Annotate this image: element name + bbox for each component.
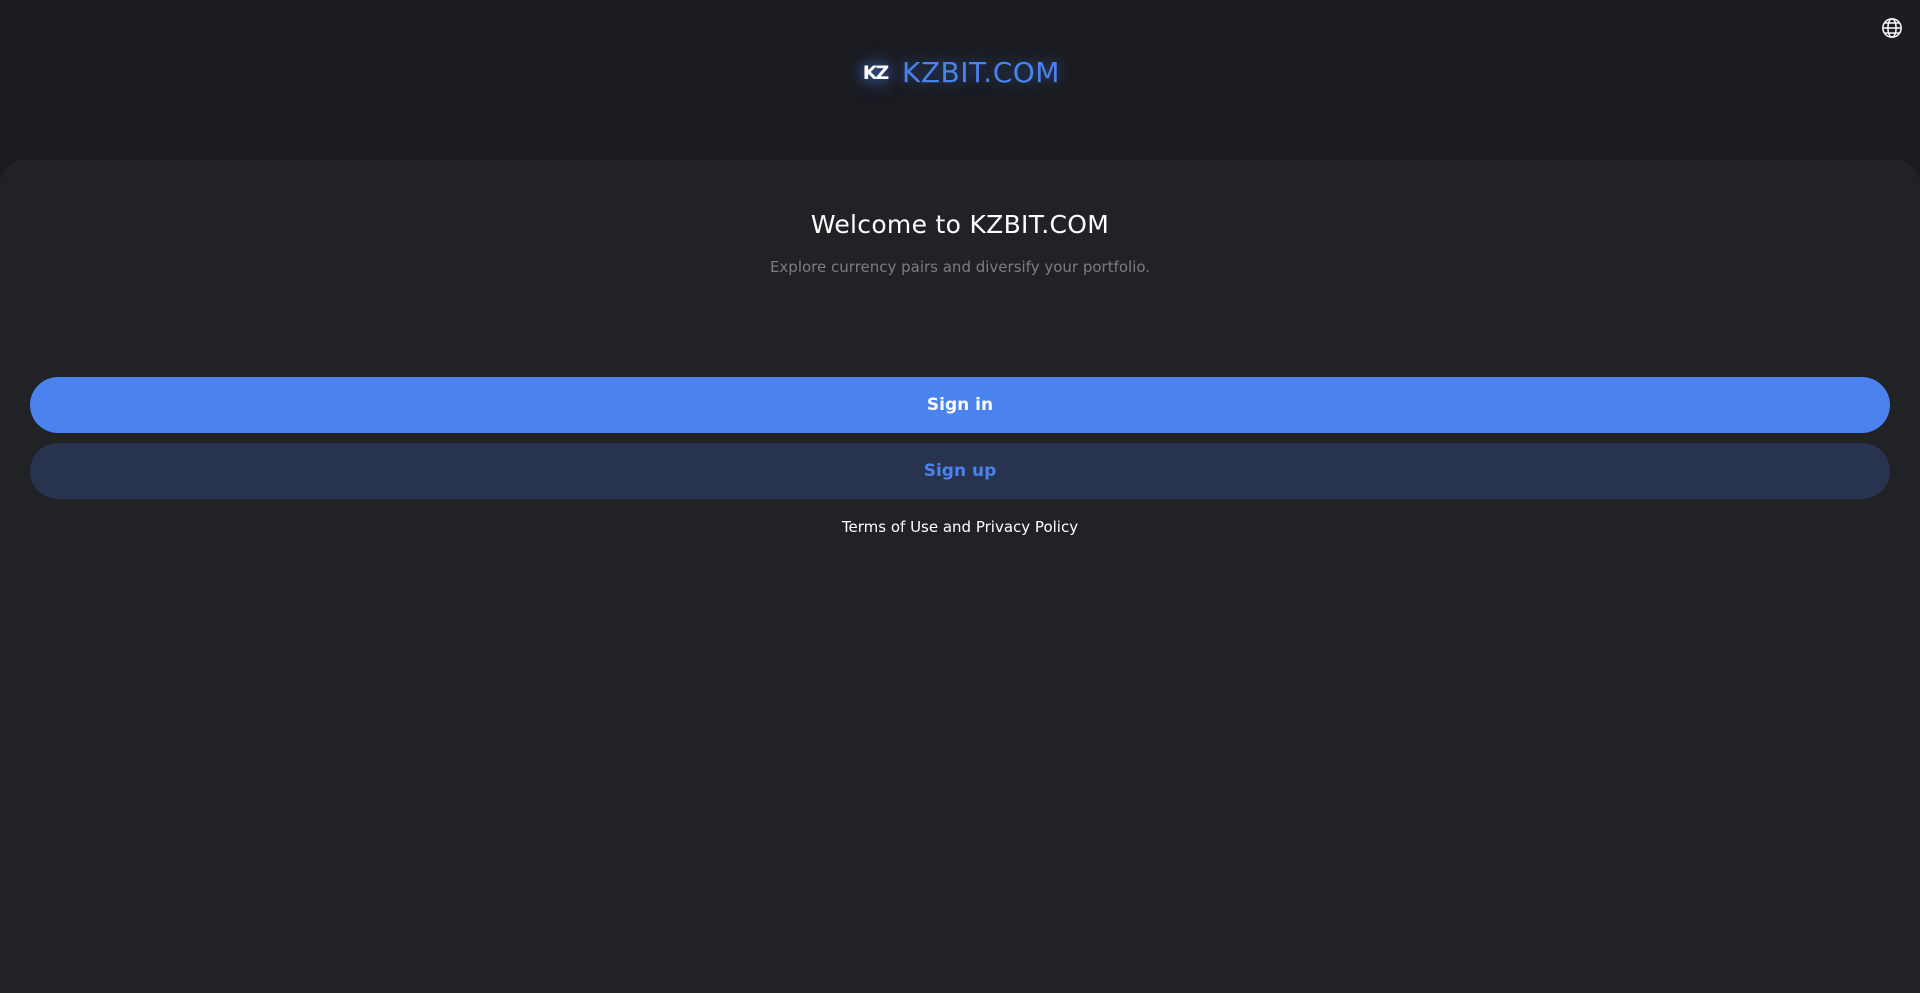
sign-in-button[interactable]: Sign in (30, 377, 1890, 433)
language-button[interactable] (1880, 16, 1904, 40)
page-title: Welcome to KZBIT.COM (810, 210, 1110, 239)
page-subtitle: Explore currency pairs and diversify you… (769, 258, 1151, 276)
logo-mark: KZ (862, 61, 890, 84)
terms-link[interactable]: Terms of Use and Privacy Policy (0, 518, 1920, 536)
top-bar: KZ KZBIT.COM (0, 0, 1920, 160)
brand-logo[interactable]: KZ KZBIT.COM (0, 56, 1920, 89)
globe-icon (1882, 18, 1902, 38)
brand-name: KZBIT.COM (902, 56, 1060, 89)
welcome-panel: Welcome to KZBIT.COM Explore currency pa… (0, 160, 1920, 993)
sign-up-button[interactable]: Sign up (30, 443, 1890, 499)
